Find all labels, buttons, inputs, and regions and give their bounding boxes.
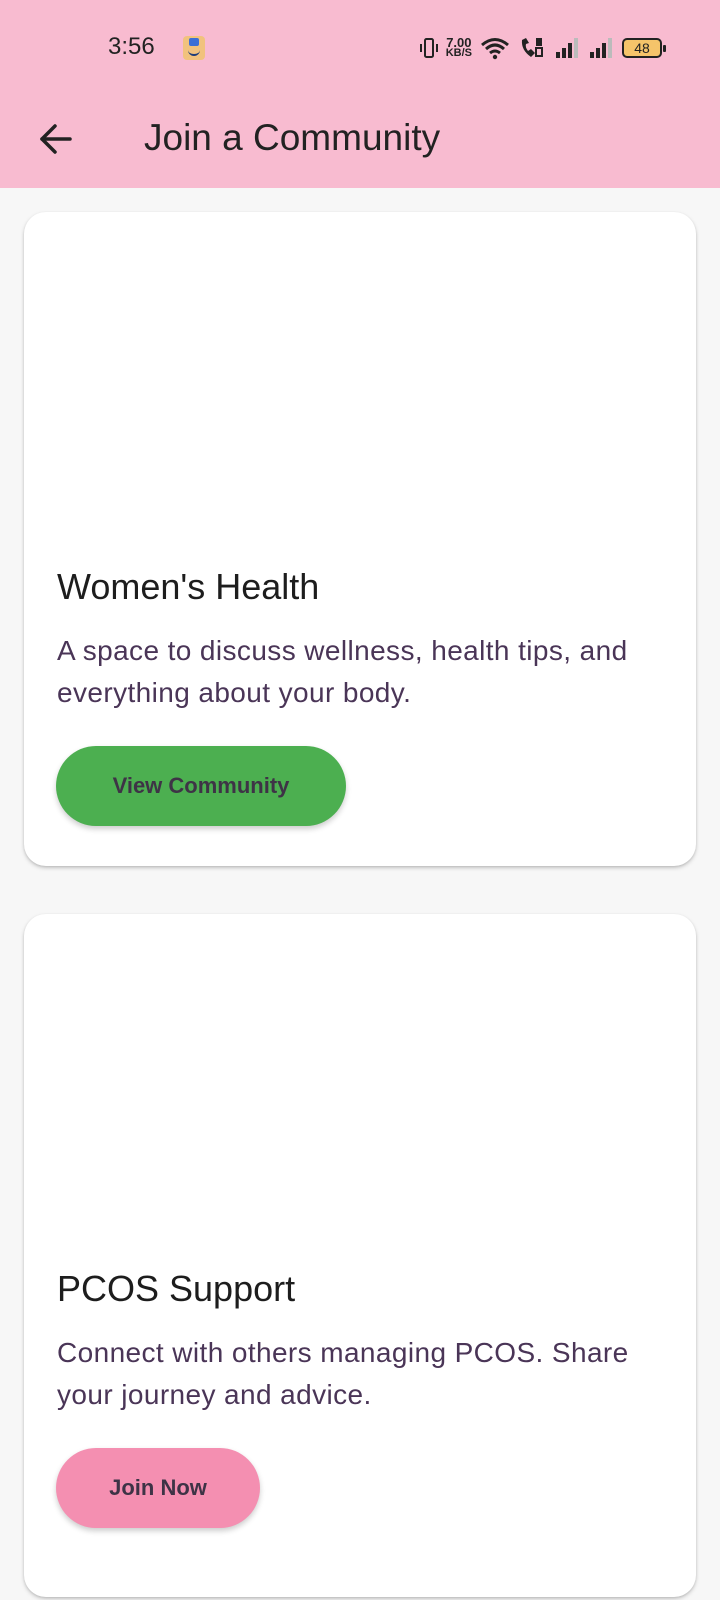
join-now-button[interactable]: Join Now [56, 1448, 260, 1528]
page-title: Join a Community [144, 117, 441, 158]
app-bar: Join a Community [0, 92, 720, 188]
amazon-app-icon [183, 36, 205, 60]
wifi-call-icon [521, 38, 543, 57]
community-card-pcos-support: PCOS Support Connect with others managin… [24, 914, 696, 1597]
status-time: 3:56 [108, 33, 155, 60]
battery-icon: 48 [622, 38, 666, 58]
wifi-icon [481, 38, 509, 60]
community-title: Women's Health [57, 566, 320, 607]
community-description: A space to discuss wellness, health tips… [57, 635, 628, 708]
network-speed: 7.00 KB/S [445, 36, 472, 59]
arrow-back-icon[interactable] [36, 119, 76, 159]
signal-icon [590, 38, 612, 58]
status-bar: 3:56 7.00 KB/S 48 [0, 0, 720, 92]
vibrate-icon [419, 38, 438, 58]
community-title: PCOS Support [57, 1268, 296, 1309]
signal-icon [556, 38, 578, 58]
network-speed-unit: KB/S [445, 47, 472, 59]
status-icons: 7.00 KB/S 48 [419, 36, 666, 60]
community-description: Connect with others managing PCOS. Share… [57, 1337, 629, 1410]
community-card-womens-health: Women's Health A space to discuss wellne… [24, 212, 696, 866]
view-community-button[interactable]: View Community [56, 746, 346, 826]
